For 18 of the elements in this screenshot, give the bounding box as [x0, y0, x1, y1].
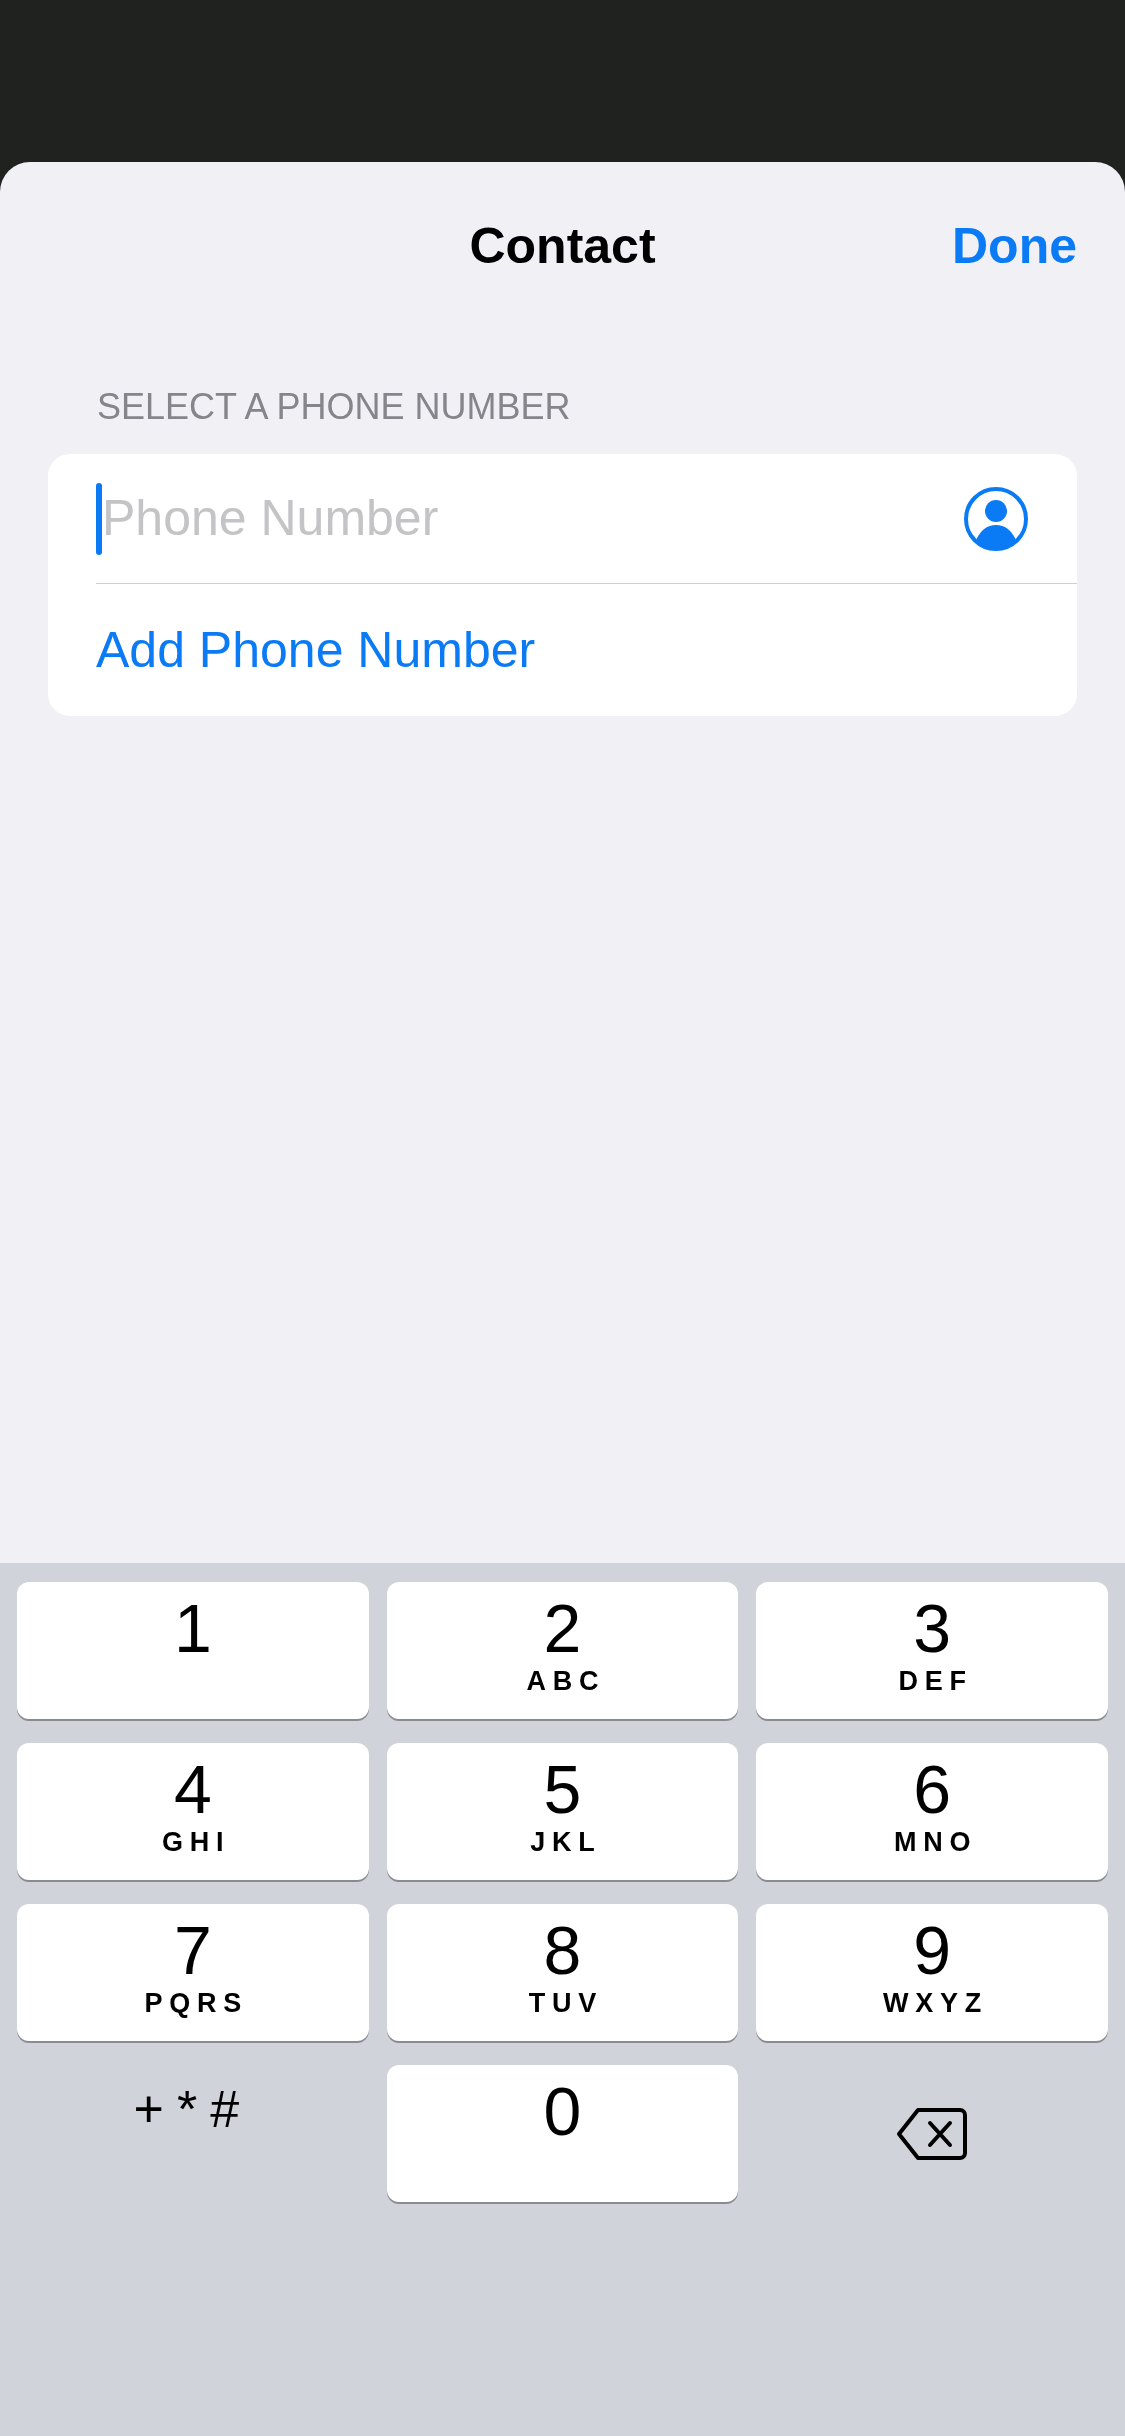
keypad-key[interactable]: 6 MNO: [756, 1743, 1108, 1880]
keypad-key[interactable]: 0: [386, 2065, 739, 2202]
section-heading: SELECT A PHONE NUMBER: [97, 386, 571, 427]
done-button[interactable]: Done: [952, 208, 1077, 284]
symbols-key[interactable]: +*#: [17, 2065, 369, 2202]
add-phone-number-link[interactable]: Add Phone Number: [96, 612, 536, 688]
keypad-key[interactable]: 2 ABC: [386, 1582, 739, 1719]
keypad-key[interactable]: 1: [17, 1582, 369, 1719]
keypad-key[interactable]: 5 JKL: [386, 1743, 739, 1880]
keypad-key[interactable]: 3 DEF: [756, 1582, 1108, 1719]
keypad-key[interactable]: 4 GHI: [17, 1743, 369, 1880]
sheet-title: Contact: [469, 216, 656, 276]
contact-icon: [963, 485, 1029, 552]
keypad-key[interactable]: 8 TUV: [386, 1904, 739, 2041]
delete-icon[interactable]: [896, 2105, 969, 2162]
phone-number-field[interactable]: Phone Number: [102, 481, 963, 556]
keypad-key[interactable]: 9 WXYZ: [756, 1904, 1108, 2041]
keypad-key[interactable]: 7 PQRS: [17, 1904, 369, 2041]
